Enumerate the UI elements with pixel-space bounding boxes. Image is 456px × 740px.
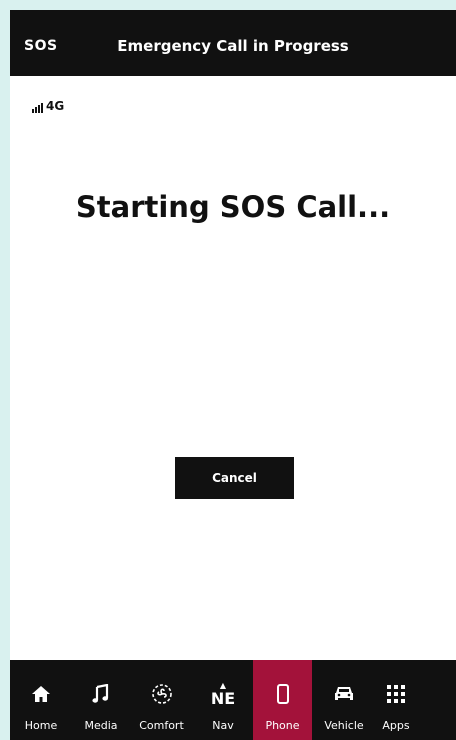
top-bar: SOS Emergency Call in Progress: [10, 10, 456, 76]
fan-icon: [130, 682, 193, 706]
compass-heading: NE: [210, 688, 236, 708]
cancel-button[interactable]: Cancel: [175, 457, 294, 499]
network-status: 4G: [32, 99, 64, 113]
nav-apps-label: Apps: [382, 719, 410, 732]
home-icon: [10, 682, 72, 706]
nav-media[interactable]: Media: [72, 660, 130, 740]
phone-icon: [253, 682, 312, 706]
grid-icon: [376, 682, 416, 706]
nav-home[interactable]: Home: [10, 660, 72, 740]
nav-phone[interactable]: Phone: [253, 660, 312, 740]
compass-icon: ▲ NE: [210, 680, 236, 708]
nav-nav-label: Nav: [212, 719, 234, 732]
page-title: Emergency Call in Progress: [117, 37, 349, 55]
music-note-icon: [72, 682, 130, 706]
nav-apps[interactable]: Apps: [376, 660, 416, 740]
bottom-nav: Home Media Comfort ▲ NE Nav Phone Vehicl…: [10, 660, 456, 740]
nav-vehicle-label: Vehicle: [324, 719, 364, 732]
nav-home-label: Home: [24, 719, 58, 732]
signal-icon: [32, 103, 43, 113]
nav-vehicle[interactable]: Vehicle: [312, 660, 376, 740]
call-status-heading: Starting SOS Call...: [75, 190, 391, 224]
nav-media-label: Media: [84, 719, 118, 732]
sos-screen: SOS Emergency Call in Progress 4G Starti…: [10, 10, 456, 740]
nav-nav[interactable]: ▲ NE Nav: [193, 660, 253, 740]
nav-comfort-label: Comfort: [139, 719, 184, 732]
network-type: 4G: [46, 99, 65, 113]
nav-comfort[interactable]: Comfort: [130, 660, 193, 740]
car-icon: [312, 682, 376, 706]
nav-phone-label: Phone: [265, 719, 300, 732]
